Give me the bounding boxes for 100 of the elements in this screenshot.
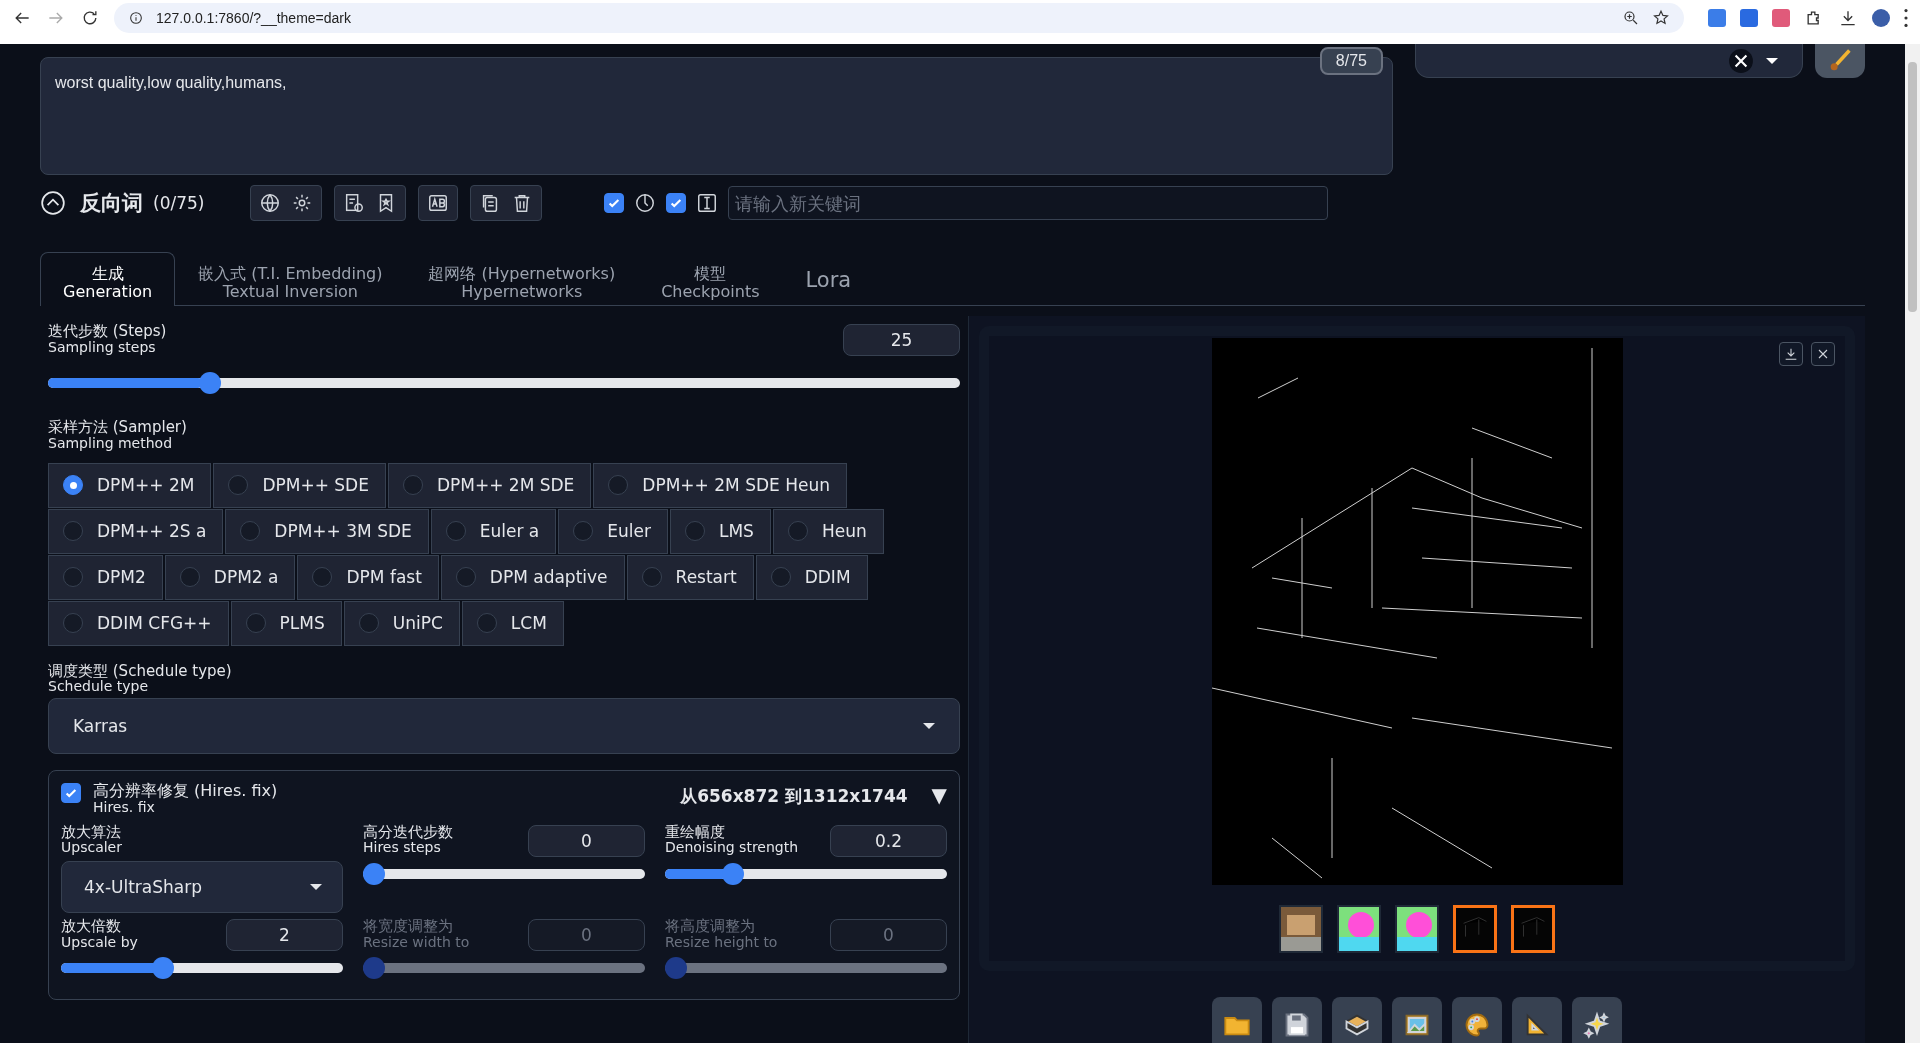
param-sublabel: Denoising strength <box>665 840 799 855</box>
sampler-option[interactable]: DPM++ 2S a <box>48 508 224 554</box>
radio-button[interactable] <box>240 521 261 542</box>
thumbnail[interactable] <box>1511 905 1555 954</box>
radio-button[interactable] <box>476 613 497 634</box>
slider-thumb[interactable] <box>199 372 222 395</box>
tool-button[interactable] <box>1572 997 1622 1043</box>
radio-button[interactable] <box>63 567 83 588</box>
radio-button[interactable] <box>445 521 466 542</box>
checkmark-icon <box>669 196 684 210</box>
radio-button[interactable] <box>245 613 266 634</box>
radio-button[interactable] <box>228 475 249 496</box>
tool-button[interactable] <box>1332 997 1382 1043</box>
tool-button[interactable] <box>1272 997 1322 1043</box>
sampler-option[interactable]: DPM2 <box>48 554 163 600</box>
resolution-summary: 从656x872 到1312x1744 <box>680 786 908 807</box>
upscaler-dropdown[interactable]: 4x-UltraSharp <box>61 861 343 913</box>
schedule-dropdown[interactable]: Karras <box>48 698 960 755</box>
zoom-icon <box>1622 9 1640 27</box>
tool-button[interactable] <box>1512 997 1562 1043</box>
sampler-option[interactable]: DPM++ 3M SDE <box>225 508 429 554</box>
sampler-option[interactable]: DPM++ SDE <box>213 462 386 508</box>
paint-button[interactable] <box>1815 44 1865 78</box>
radio-button[interactable] <box>787 521 808 542</box>
scrollbar[interactable] <box>1905 44 1920 1043</box>
steps-field[interactable]: 25 <box>843 324 960 357</box>
dropdown-field[interactable] <box>1415 44 1803 78</box>
thumbnail[interactable] <box>1453 905 1497 954</box>
menu-icon[interactable] <box>1904 9 1908 27</box>
tool-button[interactable] <box>1212 997 1262 1043</box>
radio-button[interactable] <box>358 613 379 634</box>
checkbox[interactable] <box>61 783 81 804</box>
radio-button[interactable] <box>63 475 83 496</box>
slider-track[interactable] <box>665 862 947 885</box>
caret-icon[interactable] <box>1766 57 1778 64</box>
sampler-option[interactable]: LCM <box>461 600 564 646</box>
number-field[interactable]: 0.2 <box>830 824 947 857</box>
radio-button[interactable] <box>402 475 423 496</box>
param-sublabel: Resize width to <box>363 934 470 950</box>
sampler-option[interactable]: Euler a <box>430 508 557 554</box>
tool-button[interactable] <box>1392 997 1442 1043</box>
radio-button[interactable] <box>641 567 662 588</box>
close-button[interactable] <box>1811 342 1835 367</box>
radio-button[interactable] <box>608 475 629 496</box>
radio-button[interactable] <box>63 613 83 634</box>
thumbnail[interactable] <box>1337 905 1381 954</box>
param-sublabel: Resize height to <box>665 934 778 950</box>
tab[interactable]: 模型 Checkpoints <box>638 252 783 307</box>
sampler-option[interactable]: DPM fast <box>297 554 439 600</box>
number-field[interactable]: 0 <box>528 824 645 857</box>
sampler-option[interactable]: PLMS <box>230 600 342 646</box>
slider-thumb[interactable] <box>152 957 174 979</box>
upscaler-label: 放大算法 <box>61 824 122 841</box>
param-sublabel: Upscale by <box>61 934 138 950</box>
sampler-option[interactable]: Euler <box>558 508 668 554</box>
sampler-option[interactable]: DDIM <box>755 554 868 600</box>
tab[interactable]: 生成 Generation <box>40 252 176 307</box>
token-counter: 8/75 <box>1319 47 1383 75</box>
sampler-option[interactable]: DPM++ 2M SDE Heun <box>593 462 847 508</box>
checkbox[interactable] <box>604 193 625 213</box>
number-field[interactable]: 2 <box>226 919 343 951</box>
radio-button[interactable] <box>573 521 594 542</box>
star-icon <box>1652 9 1670 27</box>
thumbnail[interactable] <box>1395 905 1439 954</box>
radio-button[interactable] <box>179 567 200 588</box>
tab[interactable]: Lora <box>782 256 875 307</box>
thumbnail[interactable] <box>1279 905 1323 954</box>
slider-track[interactable] <box>665 957 947 979</box>
sampler-option[interactable]: DDIM CFG++ <box>48 600 229 646</box>
sampler-option[interactable]: Restart <box>626 554 754 600</box>
slider-track[interactable] <box>363 862 645 885</box>
slider-thumb[interactable] <box>722 862 745 885</box>
radio-button[interactable] <box>312 567 333 588</box>
slider-track[interactable] <box>61 957 343 979</box>
radio-button[interactable] <box>770 567 791 588</box>
tool-button[interactable] <box>1452 997 1502 1043</box>
address-bar[interactable]: 127.0.0.1:7860/?__theme=dark <box>114 3 1684 33</box>
checkbox[interactable] <box>666 193 687 213</box>
radio-button[interactable] <box>63 521 83 542</box>
text-cursor-icon <box>696 192 719 214</box>
slider-track[interactable] <box>363 957 645 979</box>
sampler-option[interactable]: LMS <box>669 508 771 554</box>
radio-button[interactable] <box>455 567 476 588</box>
sampler-option[interactable]: DPM2 a <box>164 554 296 600</box>
param-label: 将高度调整为 <box>665 919 756 935</box>
sampler-option[interactable]: UniPC <box>343 600 460 646</box>
slider-track[interactable] <box>48 372 960 395</box>
profile-avatar[interactable] <box>1872 9 1890 27</box>
radio-button[interactable] <box>684 521 705 542</box>
tab[interactable]: 超网络 (Hypernetworks) Hypernetworks <box>405 252 639 307</box>
sampler-option[interactable]: Heun <box>772 508 884 554</box>
sampler-option[interactable]: DPM++ 2M <box>48 462 212 508</box>
sampler-option[interactable]: DPM adaptive <box>440 554 625 600</box>
keyword-input[interactable]: 请输入新关键词 <box>728 186 1329 220</box>
tab[interactable]: 嵌入式 (T.I. Embedding) Textual Inversion <box>175 252 406 307</box>
download-button[interactable] <box>1779 342 1803 367</box>
sampler-option[interactable]: DPM++ 2M SDE <box>387 462 592 508</box>
expand-toggle[interactable]: ▼ <box>931 783 947 808</box>
param-label: 放大倍数 <box>61 919 122 935</box>
slider-thumb[interactable] <box>363 862 385 885</box>
